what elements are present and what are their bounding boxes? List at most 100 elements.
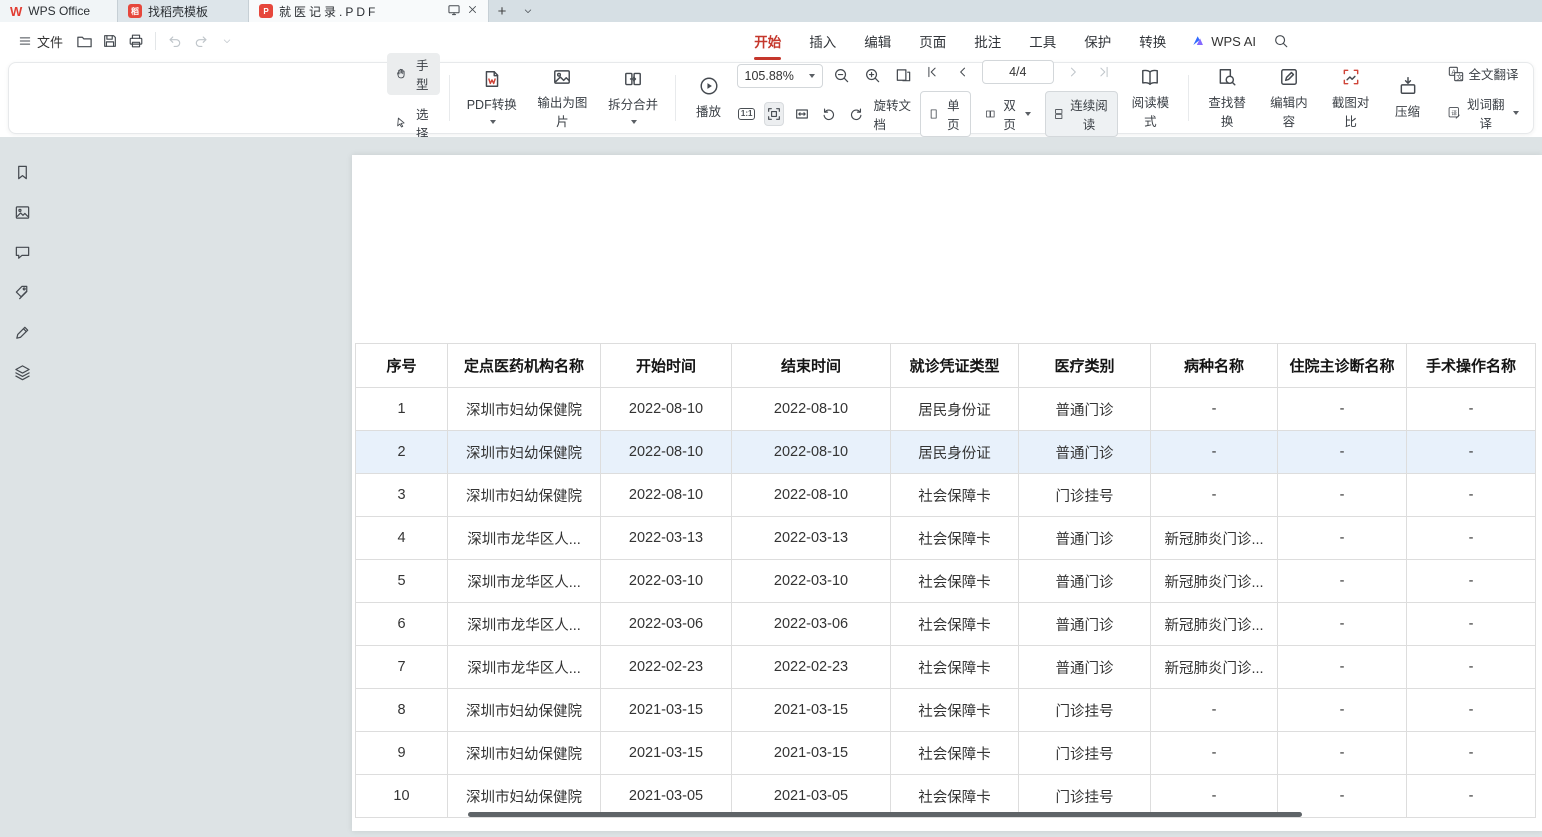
cell: 普通门诊 (1019, 388, 1151, 431)
ribbon-tab-comment[interactable]: 批注 (960, 22, 1015, 60)
pdf-convert-icon (482, 69, 502, 89)
double-page-icon (985, 107, 996, 121)
thumbnails-panel-button[interactable] (10, 201, 34, 223)
compress-label: 压缩 (1395, 101, 1420, 120)
divider (1188, 75, 1189, 121)
play-button[interactable]: 播放 (685, 72, 733, 124)
fit-window-button[interactable] (892, 64, 916, 88)
tab-wps-office[interactable]: W WPS Office (0, 0, 118, 22)
search-button[interactable] (1268, 29, 1294, 53)
save-icon (102, 33, 118, 49)
redo-button[interactable] (188, 29, 214, 53)
new-tab-button[interactable]: + (489, 0, 515, 22)
cell: 门诊挂号 (1019, 689, 1151, 732)
tab-list-chevron-icon[interactable] (515, 0, 541, 22)
rotate-ccw-button[interactable] (819, 102, 839, 126)
cell: - (1407, 732, 1536, 775)
save-button[interactable] (97, 29, 123, 53)
column-header: 序号 (356, 344, 448, 388)
rotate-doc-label[interactable]: 旋转文档 (873, 95, 915, 133)
ribbon-tab-tools[interactable]: 工具 (1015, 22, 1070, 60)
cell: - (1407, 646, 1536, 689)
bookmark-icon (14, 164, 31, 181)
column-header: 住院主诊断名称 (1278, 344, 1407, 388)
column-header: 医疗类别 (1019, 344, 1151, 388)
compress-button[interactable]: 压缩 (1384, 72, 1432, 124)
cell: 8 (356, 689, 448, 732)
last-page-button[interactable] (1092, 60, 1116, 84)
cell: 2021-03-15 (732, 732, 891, 775)
last-page-icon (1097, 65, 1111, 79)
fit-width-button[interactable] (791, 102, 811, 126)
attachments-panel-button[interactable] (10, 281, 34, 303)
read-mode-button[interactable]: 阅读模式 (1122, 63, 1180, 134)
actual-size-button[interactable]: 1:1 (737, 102, 757, 126)
rotate-ccw-icon (821, 106, 837, 122)
signature-panel-button[interactable] (10, 321, 34, 343)
split-merge-button[interactable]: 拆分合并 (601, 65, 666, 131)
divider (675, 75, 676, 121)
fit-page-button[interactable] (764, 102, 785, 126)
cell: 深圳市龙华区人... (448, 517, 601, 560)
table-row: 7深圳市龙华区人...2022-02-232022-02-23社会保障卡普通门诊… (356, 646, 1536, 689)
cell: 2022-03-13 (732, 517, 891, 560)
zoom-in-button[interactable] (861, 64, 885, 88)
fit-window-icon (895, 67, 912, 84)
print-button[interactable] (123, 29, 149, 53)
cell: 普通门诊 (1019, 560, 1151, 603)
zoom-in-icon (864, 67, 881, 84)
pdf-convert-button[interactable]: PDF转换 (459, 65, 524, 131)
export-image-label: 输出为图片 (535, 92, 590, 130)
double-page-mode-button[interactable]: 双页 (978, 92, 1038, 136)
close-tab-icon[interactable] (467, 4, 478, 18)
rotate-cw-button[interactable] (846, 102, 866, 126)
ribbon-tab-home[interactable]: 开始 (740, 22, 795, 60)
cell: 深圳市妇幼保健院 (448, 431, 601, 474)
export-image-button[interactable]: 输出为图片 (528, 63, 597, 134)
ribbon-tab-edit[interactable]: 编辑 (850, 22, 905, 60)
hand-tool-button[interactable]: 手型 (387, 53, 440, 95)
cell: - (1151, 388, 1278, 431)
find-replace-button[interactable]: 查找替换 (1198, 63, 1256, 134)
redo-icon (193, 33, 209, 49)
cell: 新冠肺炎门诊... (1151, 560, 1278, 603)
cell: 社会保障卡 (891, 689, 1019, 732)
zoom-out-button[interactable] (830, 64, 854, 88)
tab-document-pdf[interactable]: P 就医记录.PDF (249, 0, 489, 22)
single-page-mode-button[interactable]: 单页 (920, 91, 972, 137)
undo-history-chevron-icon[interactable] (214, 29, 240, 53)
ribbon-tab-insert[interactable]: 插入 (795, 22, 850, 60)
open-file-button[interactable] (71, 29, 97, 53)
screenshot-compare-button[interactable]: 截图对比 (1322, 63, 1380, 134)
full-translate-button[interactable]: A文 全文翻译 (1440, 62, 1527, 85)
word-translate-button[interactable]: 译 划词翻译 (1440, 92, 1527, 134)
wps-ai-button[interactable]: WPS AI (1180, 34, 1268, 49)
cell: 门诊挂号 (1019, 732, 1151, 775)
fit-width-icon (794, 106, 810, 122)
tab-label: 找稻壳模板 (148, 3, 208, 20)
zoom-level-select[interactable]: 105.88% (737, 64, 823, 88)
horizontal-scrollbar[interactable] (468, 812, 1302, 817)
page-number-input[interactable]: 4/4 (982, 60, 1054, 84)
ribbon-tab-convert[interactable]: 转换 (1125, 22, 1180, 60)
left-sidebar (0, 137, 44, 837)
cell: - (1407, 603, 1536, 646)
cell: - (1407, 560, 1536, 603)
column-header: 定点医药机构名称 (448, 344, 601, 388)
monitor-icon[interactable] (447, 3, 461, 20)
previous-page-button[interactable] (951, 60, 975, 84)
edit-content-button[interactable]: 编辑内容 (1260, 63, 1318, 134)
undo-button[interactable] (162, 29, 188, 53)
file-menu-button[interactable]: 文件 (10, 28, 71, 55)
ribbon-tab-protect[interactable]: 保护 (1070, 22, 1125, 60)
first-page-button[interactable] (920, 60, 944, 84)
bookmarks-panel-button[interactable] (10, 161, 34, 183)
next-page-button[interactable] (1061, 60, 1085, 84)
pdf-convert-label: PDF转换 (467, 98, 517, 112)
layers-panel-button[interactable] (10, 361, 34, 383)
continuous-read-button[interactable]: 连续阅读 (1045, 91, 1117, 137)
tab-docer-templates[interactable]: 稻 找稻壳模板 (118, 0, 249, 22)
comments-panel-button[interactable] (10, 241, 34, 263)
cell: 2021-03-15 (601, 689, 732, 732)
ribbon-tab-page[interactable]: 页面 (905, 22, 960, 60)
